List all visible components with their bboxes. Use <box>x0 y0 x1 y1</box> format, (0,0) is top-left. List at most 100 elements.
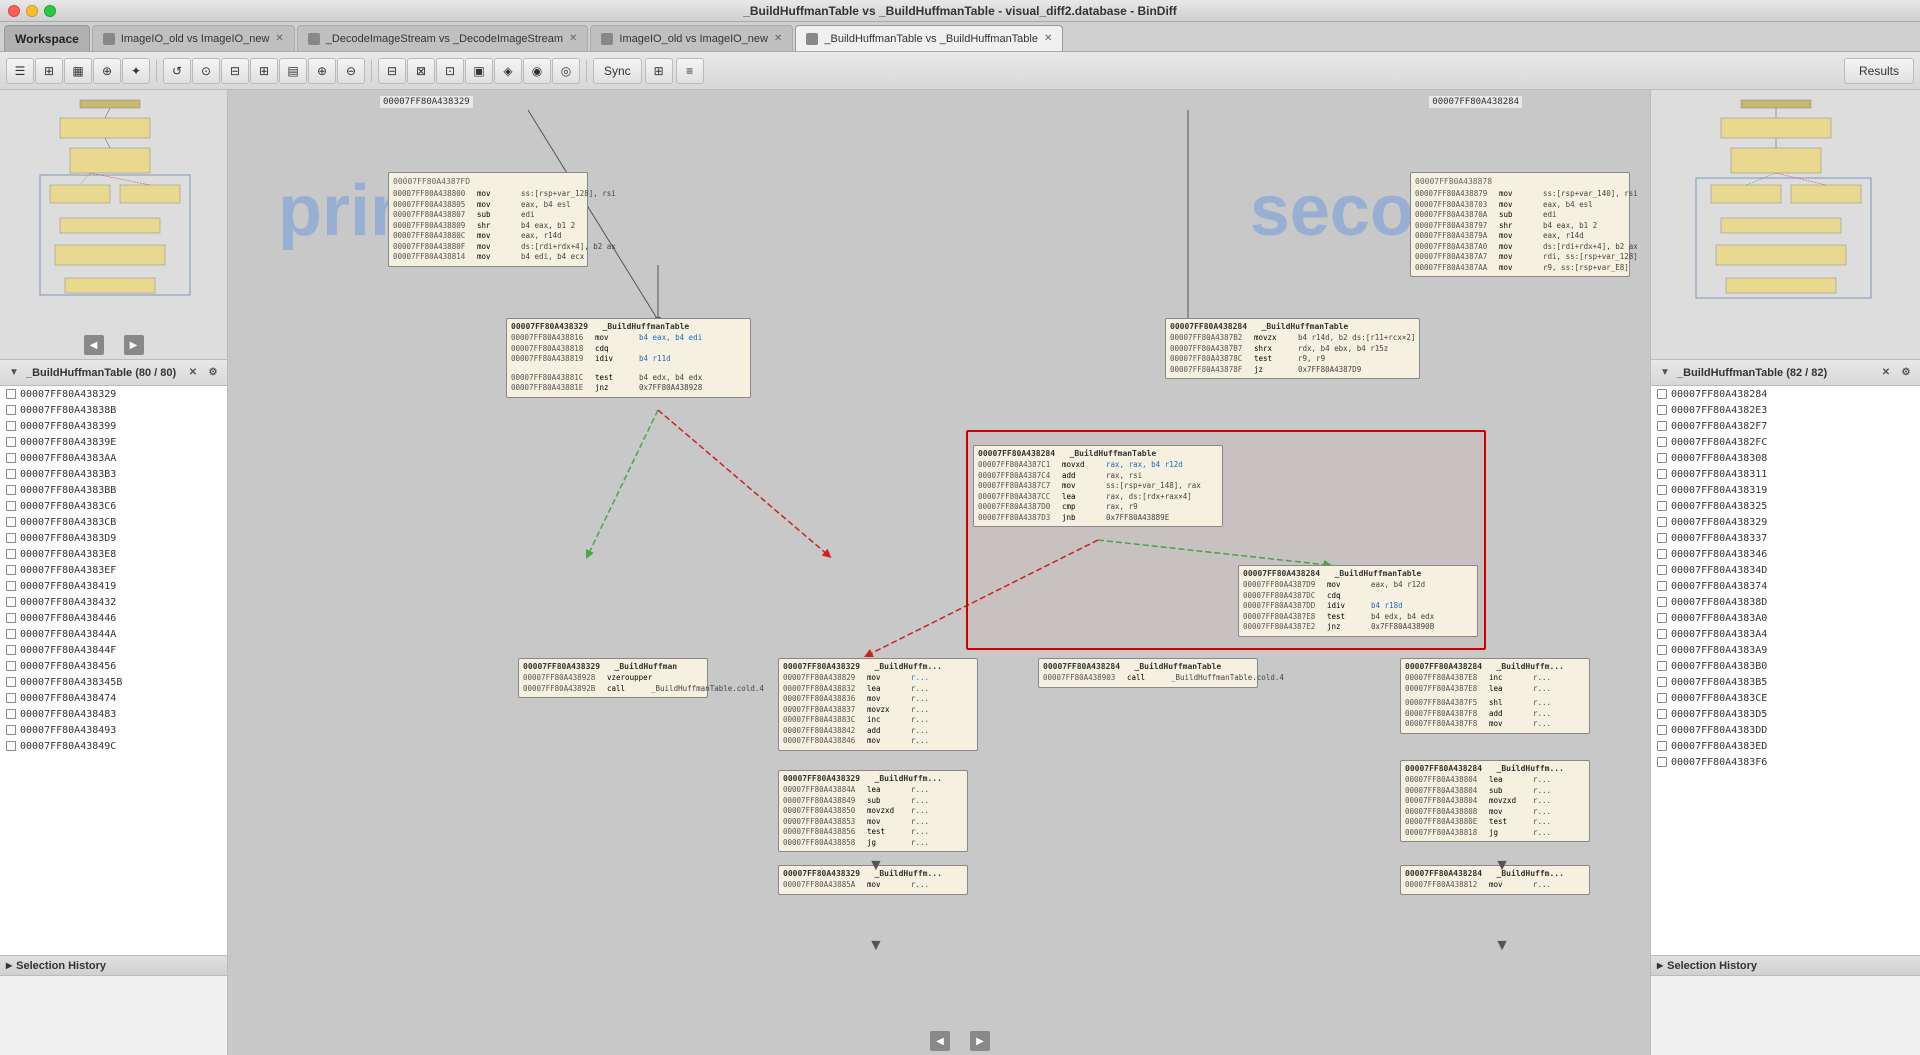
left-list-item[interactable]: 00007FF80A438493 <box>0 722 227 738</box>
tab-close-icon-3[interactable]: ✕ <box>774 33 782 44</box>
tab-decode[interactable]: _DecodeImageStream vs _DecodeImageStream… <box>297 25 589 51</box>
right-list-item[interactable]: 00007FF80A4383A0 <box>1651 610 1920 626</box>
left-list-item[interactable]: 00007FF80A4383E8 <box>0 546 227 562</box>
node-right-top[interactable]: 00007FF80A438878 00007FF80A438879movss:[… <box>1410 172 1630 277</box>
left-list-item[interactable]: 00007FF80A4383CB <box>0 514 227 530</box>
right-list-item[interactable]: 00007FF80A438319 <box>1651 482 1920 498</box>
left-list-item[interactable]: 00007FF80A4383C6 <box>0 498 227 514</box>
toolbar-btn-5[interactable]: ✦ <box>122 58 150 84</box>
tab-imageio-2[interactable]: ImageIO_old vs ImageIO_new ✕ <box>590 25 793 51</box>
toolbar-btn-4[interactable]: ⊕ <box>93 58 121 84</box>
left-list-item[interactable]: 00007FF80A438329 <box>0 386 227 402</box>
toolbar-btn-11[interactable]: ⊕ <box>308 58 336 84</box>
toolbar-btn-21[interactable]: ≡ <box>676 58 704 84</box>
toolbar-btn-10[interactable]: ▤ <box>279 58 307 84</box>
node-center-main[interactable]: 00007FF80A438284 _BuildHuffmanTable 0000… <box>973 445 1223 527</box>
left-list-item[interactable]: 00007FF80A438345B <box>0 674 227 690</box>
left-list-item[interactable]: 00007FF80A43844F <box>0 642 227 658</box>
right-list-item[interactable]: 00007FF80A438308 <box>1651 450 1920 466</box>
left-list-item[interactable]: 00007FF80A438399 <box>0 418 227 434</box>
right-graph-preview[interactable]: ◀ ▶ <box>1651 90 1920 360</box>
left-list-item[interactable]: 00007FF80A438419 <box>0 578 227 594</box>
right-list-item[interactable]: 00007FF80A438374 <box>1651 578 1920 594</box>
maximize-button[interactable] <box>44 5 56 17</box>
right-list-item[interactable]: 00007FF80A43834D <box>1651 562 1920 578</box>
toolbar-btn-13[interactable]: ⊟ <box>378 58 406 84</box>
right-list-item[interactable]: 00007FF80A4383CE <box>1651 690 1920 706</box>
left-list[interactable]: 00007FF80A43832900007FF80A43838B00007FF8… <box>0 386 227 955</box>
toolbar-btn-19[interactable]: ◎ <box>552 58 580 84</box>
toolbar-btn-6[interactable]: ↺ <box>163 58 191 84</box>
left-list-item[interactable]: 00007FF80A43838B <box>0 402 227 418</box>
left-list-item[interactable]: 00007FF80A438432 <box>0 594 227 610</box>
workspace-tab[interactable]: Workspace <box>4 25 90 51</box>
right-list-item[interactable]: 00007FF80A4383A9 <box>1651 642 1920 658</box>
tab-close-icon-2[interactable]: ✕ <box>569 33 577 44</box>
right-list-item[interactable]: 00007FF80A438311 <box>1651 466 1920 482</box>
left-list-item[interactable]: 00007FF80A438446 <box>0 610 227 626</box>
right-list-item[interactable]: 00007FF80A4383F6 <box>1651 754 1920 770</box>
right-list-item[interactable]: 00007FF80A43838D <box>1651 594 1920 610</box>
toolbar-btn-20[interactable]: ⊞ <box>645 58 673 84</box>
left-list-item[interactable]: 00007FF80A438474 <box>0 690 227 706</box>
right-list-item[interactable]: 00007FF80A438325 <box>1651 498 1920 514</box>
graph-area[interactable]: primary secondary 00007FF80A438329 00007… <box>228 90 1650 1055</box>
left-list-item[interactable]: 00007FF80A4383D9 <box>0 530 227 546</box>
list-close-btn[interactable]: ✕ <box>185 365 201 381</box>
left-list-item[interactable]: 00007FF80A438456 <box>0 658 227 674</box>
right-list-item[interactable]: 00007FF80A4382F7 <box>1651 418 1920 434</box>
node-right-center[interactable]: 00007FF80A438284 _BuildHuffmanTable 0000… <box>1165 318 1420 379</box>
next-arrow[interactable]: ▶ <box>124 335 144 355</box>
center-panel[interactable]: primary secondary 00007FF80A438329 00007… <box>228 90 1650 1055</box>
node-bottom-cr[interactable]: 00007FF80A438284 _BuildHuffmanTable 0000… <box>1038 658 1258 688</box>
tab-close-icon[interactable]: ✕ <box>275 33 283 44</box>
node-lower-right[interactable]: 00007FF80A438284 _BuildHuffm... 00007FF8… <box>1400 760 1590 842</box>
node-bottom-left-1[interactable]: 00007FF80A438329 _BuildHuffman 00007FF80… <box>518 658 708 698</box>
tab-close-icon-4[interactable]: ✕ <box>1044 33 1052 44</box>
list-settings-btn[interactable]: ⚙ <box>205 365 221 381</box>
right-list-item[interactable]: 00007FF80A4383B5 <box>1651 674 1920 690</box>
toolbar-btn-9[interactable]: ⊞ <box>250 58 278 84</box>
left-list-item[interactable]: 00007FF80A43844A <box>0 626 227 642</box>
list-expand-btn[interactable]: ▼ <box>6 365 22 381</box>
right-list-settings-btn[interactable]: ⚙ <box>1898 365 1914 381</box>
minimize-button[interactable] <box>26 5 38 17</box>
node-left-top[interactable]: 00007FF80A4387FD 00007FF80A438800movss:[… <box>388 172 588 267</box>
right-list-item[interactable]: 00007FF80A438346 <box>1651 546 1920 562</box>
right-list-item[interactable]: 00007FF80A4383D5 <box>1651 706 1920 722</box>
tab-imageio-1[interactable]: ImageIO_old vs ImageIO_new ✕ <box>92 25 295 51</box>
toolbar-btn-14[interactable]: ⊠ <box>407 58 435 84</box>
left-list-item[interactable]: 00007FF80A43849C <box>0 738 227 754</box>
right-list[interactable]: 00007FF80A43828400007FF80A4382E300007FF8… <box>1651 386 1920 955</box>
left-list-item[interactable]: 00007FF80A43839E <box>0 434 227 450</box>
toolbar-btn-1[interactable]: ☰ <box>6 58 34 84</box>
prev-arrow[interactable]: ◀ <box>84 335 104 355</box>
node-bottom-fr[interactable]: 00007FF80A438284 _BuildHuffm... 00007FF8… <box>1400 658 1590 734</box>
node-bottom-cl[interactable]: 00007FF80A438329 _BuildHuffm... 00007FF8… <box>778 658 978 751</box>
results-button[interactable]: Results <box>1844 58 1914 84</box>
toolbar-btn-2[interactable]: ⊞ <box>35 58 63 84</box>
left-list-item[interactable]: 00007FF80A4383BB <box>0 482 227 498</box>
left-list-item[interactable]: 00007FF80A438483 <box>0 706 227 722</box>
left-list-item[interactable]: 00007FF80A4383B3 <box>0 466 227 482</box>
node-bottom-right[interactable]: 00007FF80A438284 _BuildHuffmanTable 0000… <box>1238 565 1478 637</box>
right-list-item[interactable]: 00007FF80A438329 <box>1651 514 1920 530</box>
toolbar-btn-15[interactable]: ⊡ <box>436 58 464 84</box>
close-button[interactable] <box>8 5 20 17</box>
left-graph-preview[interactable]: ◀ ▶ <box>0 90 227 360</box>
right-list-item[interactable]: 00007FF80A4383B0 <box>1651 658 1920 674</box>
tab-buildhuffman[interactable]: _BuildHuffmanTable vs _BuildHuffmanTable… <box>795 25 1063 51</box>
node-left-center[interactable]: 00007FF80A438329 _BuildHuffmanTable 0000… <box>506 318 751 398</box>
toolbar-btn-12[interactable]: ⊖ <box>337 58 365 84</box>
sync-button[interactable]: Sync <box>593 58 642 84</box>
toolbar-btn-8[interactable]: ⊟ <box>221 58 249 84</box>
right-list-item[interactable]: 00007FF80A4383ED <box>1651 738 1920 754</box>
right-list-item[interactable]: 00007FF80A4383A4 <box>1651 626 1920 642</box>
right-list-item[interactable]: 00007FF80A4383DD <box>1651 722 1920 738</box>
toolbar-btn-18[interactable]: ◉ <box>523 58 551 84</box>
right-list-expand-btn[interactable]: ▼ <box>1657 365 1673 381</box>
node-lower-left[interactable]: 00007FF80A438329 _BuildHuffm... 00007FF8… <box>778 770 968 852</box>
toolbar-btn-3[interactable]: ▦ <box>64 58 92 84</box>
left-list-item[interactable]: 00007FF80A4383AA <box>0 450 227 466</box>
toolbar-btn-17[interactable]: ◈ <box>494 58 522 84</box>
